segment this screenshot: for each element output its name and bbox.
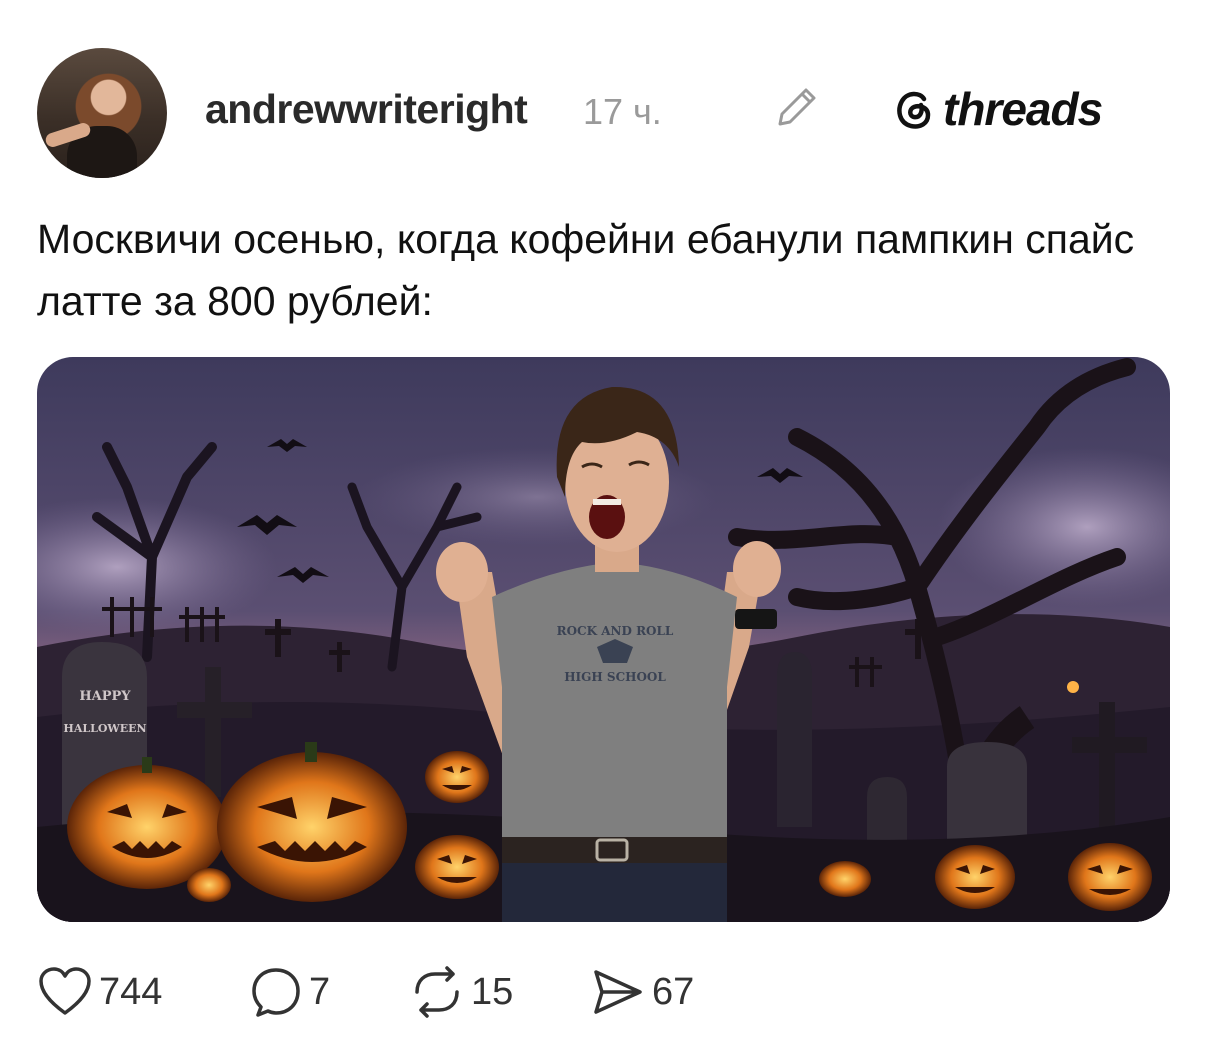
shirt-text-bottom: HIGH SCHOOL <box>564 670 666 684</box>
username[interactable]: andrewwriteright <box>205 86 528 133</box>
post-time: 17 ч. <box>583 91 662 132</box>
heart-icon <box>39 967 91 1015</box>
halloween-meme-image: HAPPY HALLOWEEN ROCK AND ROLL HIGH SCHOO… <box>37 357 1170 922</box>
repost-action[interactable]: 15 <box>409 960 513 1024</box>
comment-count: 7 <box>309 970 331 1013</box>
share-action[interactable]: 67 <box>590 960 694 1024</box>
shirt-text-top: ROCK AND ROLL <box>557 624 674 638</box>
share-count: 67 <box>652 970 695 1013</box>
pencil-icon[interactable] <box>772 84 822 130</box>
repost-count: 15 <box>471 970 514 1013</box>
send-arrow-icon <box>594 970 642 1014</box>
avatar[interactable] <box>37 48 167 178</box>
repost-arrows-icon <box>415 966 459 1018</box>
tombstone-text-halloween: HALLOWEEN <box>63 722 146 735</box>
tombstone-text-happy: HAPPY <box>79 689 131 704</box>
post-caption: Москвичи осенью, когда кофейни ебанули п… <box>37 216 1135 324</box>
post-image[interactable]: HAPPY HALLOWEEN ROCK AND ROLL HIGH SCHOO… <box>37 357 1170 922</box>
threads-post-screenshot: andrewwriteright 17 ч. threads Москвичи … <box>0 0 1206 1055</box>
threads-logo-icon <box>897 91 931 129</box>
comment-action[interactable]: 7 <box>249 960 330 1024</box>
like-action[interactable]: 744 <box>37 960 162 1024</box>
threads-brand: threads <box>893 82 1103 136</box>
speech-bubble-icon <box>252 968 300 1017</box>
threads-wordmark: threads <box>943 83 1103 135</box>
like-count: 744 <box>99 970 163 1013</box>
